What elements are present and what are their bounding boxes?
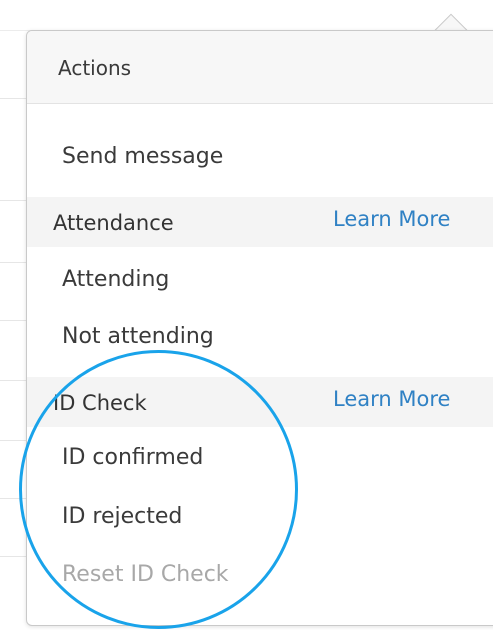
- attendance-learn-more-link[interactable]: Learn More: [333, 207, 450, 231]
- id-check-learn-more-link[interactable]: Learn More: [333, 387, 450, 411]
- popover-caret: [433, 12, 469, 32]
- id-confirmed-item[interactable]: ID confirmed: [62, 445, 203, 470]
- actions-popover: Actions Send message Attendance Learn Mo…: [26, 30, 493, 626]
- section-attendance: Attendance Learn More: [27, 197, 493, 247]
- attending-item[interactable]: Attending: [62, 267, 169, 292]
- popover-header: Actions: [27, 31, 493, 104]
- section-id-check: ID Check Learn More: [27, 377, 493, 427]
- section-label-id-check: ID Check: [53, 391, 147, 415]
- section-label-attendance: Attendance: [53, 211, 174, 235]
- id-rejected-item[interactable]: ID rejected: [62, 504, 182, 529]
- not-attending-item[interactable]: Not attending: [62, 324, 214, 349]
- send-message-item[interactable]: Send message: [62, 144, 223, 169]
- popover-title: Actions: [58, 56, 132, 80]
- reset-id-check-item: Reset ID Check: [62, 562, 229, 587]
